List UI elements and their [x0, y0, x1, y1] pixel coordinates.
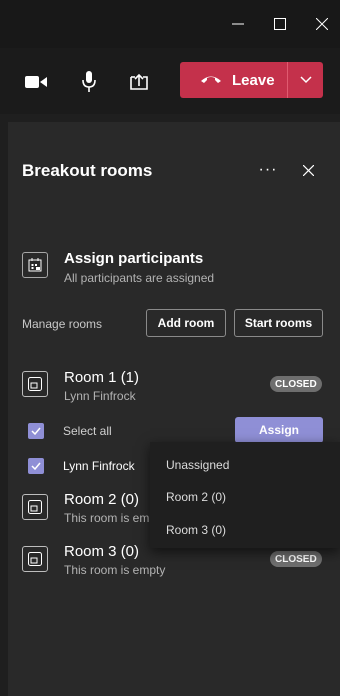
assign-participants-title[interactable]: Assign participants [64, 250, 203, 267]
more-options-icon[interactable]: ··· [256, 158, 280, 182]
dropdown-item-room-2[interactable]: Room 2 (0) [166, 490, 226, 504]
room-icon [22, 546, 48, 572]
room-1-subtitle: Lynn Finfrock [64, 389, 136, 403]
call-controls-bar: Leave [0, 48, 340, 114]
chevron-down-icon [299, 71, 312, 89]
assign-dropdown-menu: Unassigned Room 2 (0) Room 3 (0) [150, 442, 340, 548]
hang-up-icon [200, 71, 222, 89]
dropdown-item-unassigned[interactable]: Unassigned [166, 458, 229, 472]
camera-icon[interactable] [22, 68, 50, 96]
panel-title: Breakout rooms [22, 161, 153, 180]
room-icon [22, 371, 48, 397]
share-screen-icon[interactable] [125, 68, 153, 96]
minimize-icon[interactable] [226, 12, 250, 36]
room-icon [22, 494, 48, 520]
room-2-subtitle: This room is em [64, 511, 150, 525]
room-3-subtitle: This room is empty [64, 563, 166, 577]
close-window-icon[interactable] [310, 12, 334, 36]
breakout-rooms-panel: Breakout rooms ··· Assign participants A… [8, 122, 340, 696]
participant-checkbox[interactable] [28, 458, 44, 474]
room-3-status-badge: CLOSED [270, 551, 322, 567]
select-all-label: Select all [63, 424, 112, 438]
assign-button[interactable]: Assign [235, 417, 323, 443]
maximize-icon[interactable] [268, 12, 292, 36]
leave-button-group: Leave [180, 62, 323, 98]
select-all-checkbox[interactable] [28, 423, 44, 439]
assign-participants-subtitle: All participants are assigned [64, 271, 215, 285]
room-2-name[interactable]: Room 2 (0) [64, 491, 139, 508]
start-rooms-button[interactable]: Start rooms [234, 309, 323, 337]
manage-rooms-label: Manage rooms [22, 317, 103, 331]
leave-label: Leave [232, 71, 275, 89]
dropdown-item-room-3[interactable]: Room 3 (0) [166, 523, 226, 537]
participant-name: Lynn Finfrock [63, 459, 135, 473]
room-3-name[interactable]: Room 3 (0) [64, 543, 139, 560]
microphone-icon[interactable] [75, 68, 103, 96]
leave-button[interactable]: Leave [180, 62, 287, 98]
room-1-name[interactable]: Room 1 (1) [64, 369, 139, 386]
add-room-button[interactable]: Add room [146, 309, 226, 337]
close-panel-icon[interactable] [296, 158, 320, 182]
room-1-status-badge: CLOSED [270, 376, 322, 392]
leave-options-button[interactable] [288, 62, 323, 98]
assign-participants-icon[interactable] [22, 252, 48, 278]
title-bar [0, 0, 340, 48]
